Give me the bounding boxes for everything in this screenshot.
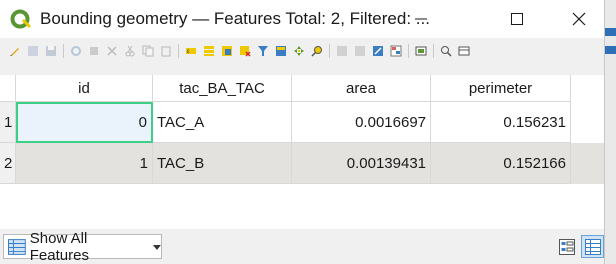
toggle-editing-icon[interactable] bbox=[9, 45, 21, 57]
chevron-down-icon bbox=[153, 244, 161, 250]
row-number[interactable]: 2 bbox=[0, 143, 16, 184]
table-cell-perimeter[interactable]: 0.152166 bbox=[431, 143, 571, 184]
window-title: Bounding geometry — Features Total: 2, F… bbox=[40, 9, 430, 28]
expression-select-icon[interactable]: ε bbox=[185, 45, 197, 57]
table-view-button[interactable] bbox=[581, 235, 604, 258]
table-cell-perimeter[interactable]: 0.156231 bbox=[431, 102, 571, 143]
maximize-icon bbox=[511, 13, 523, 25]
paste-icon[interactable] bbox=[160, 45, 172, 57]
add-feature-icon[interactable] bbox=[88, 45, 100, 57]
minimize-button[interactable] bbox=[398, 0, 444, 38]
table-row: 2 1 TAC_B 0.00139431 0.152166 bbox=[0, 143, 604, 184]
close-button[interactable] bbox=[556, 0, 602, 38]
show-all-features-button[interactable]: Show All Features bbox=[3, 230, 162, 264]
column-header-id[interactable]: id bbox=[16, 75, 153, 102]
column-header-area[interactable]: area bbox=[292, 75, 431, 102]
table-list-icon bbox=[8, 238, 26, 255]
column-header-tac-ba-tac[interactable]: tac_BA_TAC bbox=[153, 75, 292, 102]
toolbar-separator bbox=[63, 44, 64, 58]
toolbar-separator bbox=[408, 44, 409, 58]
table-cell-id[interactable]: 1 bbox=[16, 143, 153, 184]
dock-icon[interactable] bbox=[440, 45, 452, 57]
form-view-button[interactable] bbox=[555, 235, 578, 258]
show-all-features-label: Show All Features bbox=[29, 229, 89, 264]
minimize-icon bbox=[415, 18, 427, 20]
bottom-bar: Show All Features bbox=[0, 229, 604, 264]
row-number[interactable]: 1 bbox=[0, 102, 16, 143]
corner-header[interactable] bbox=[0, 75, 16, 102]
cut-icon[interactable] bbox=[124, 45, 136, 57]
select-all-icon[interactable] bbox=[203, 45, 215, 57]
table-cell-tac[interactable]: TAC_B bbox=[153, 143, 292, 184]
table-view-icon bbox=[584, 238, 601, 255]
toolbar-separator bbox=[178, 44, 179, 58]
filter-icon[interactable] bbox=[257, 45, 269, 57]
actions-icon[interactable] bbox=[415, 45, 427, 57]
table-cell-area[interactable]: 0.0016697 bbox=[292, 102, 431, 143]
toolbar-separator bbox=[329, 44, 330, 58]
table-cell-id[interactable]: 0 bbox=[16, 102, 153, 143]
move-selection-top-icon[interactable] bbox=[275, 45, 287, 57]
zoom-to-selection-icon[interactable] bbox=[311, 45, 323, 57]
delete-field-icon[interactable] bbox=[354, 45, 366, 57]
attribute-table-window: Bounding geometry — Features Total: 2, F… bbox=[0, 0, 605, 264]
table-cell-tac[interactable]: TAC_A bbox=[153, 102, 292, 143]
background-window-edge bbox=[605, 0, 616, 264]
delete-feature-icon[interactable] bbox=[106, 45, 118, 57]
multi-edit-icon[interactable] bbox=[27, 45, 39, 57]
reload-icon[interactable] bbox=[70, 45, 82, 57]
attribute-table: id tac_BA_TAC area perimeter 1 0 TAC_A 0… bbox=[0, 75, 604, 229]
field-calculator-icon[interactable] bbox=[372, 45, 384, 57]
table-row: 1 0 TAC_A 0.0016697 0.156231 bbox=[0, 102, 604, 143]
title-bar: Bounding geometry — Features Total: 2, F… bbox=[0, 0, 604, 38]
deselect-icon[interactable] bbox=[239, 45, 251, 57]
toolbar-separator bbox=[433, 44, 434, 58]
new-field-icon[interactable] bbox=[336, 45, 348, 57]
maximize-button[interactable] bbox=[494, 0, 540, 38]
table-cell-area[interactable]: 0.00139431 bbox=[292, 143, 431, 184]
svg-text:ε: ε bbox=[187, 49, 190, 55]
save-edits-icon[interactable] bbox=[45, 45, 57, 57]
background-accent bbox=[605, 46, 616, 54]
toolbar: ε bbox=[0, 38, 604, 64]
form-view-icon bbox=[558, 238, 575, 255]
qgis-logo-icon bbox=[10, 9, 31, 29]
copy-icon[interactable] bbox=[142, 45, 154, 57]
invert-selection-icon[interactable] bbox=[221, 45, 233, 57]
conditional-formatting-icon[interactable] bbox=[390, 45, 402, 57]
pan-to-selection-icon[interactable] bbox=[293, 45, 305, 57]
organize-columns-icon[interactable] bbox=[458, 45, 470, 57]
background-accent bbox=[605, 28, 616, 36]
column-header-perimeter[interactable]: perimeter bbox=[431, 75, 571, 102]
close-icon bbox=[572, 12, 586, 26]
